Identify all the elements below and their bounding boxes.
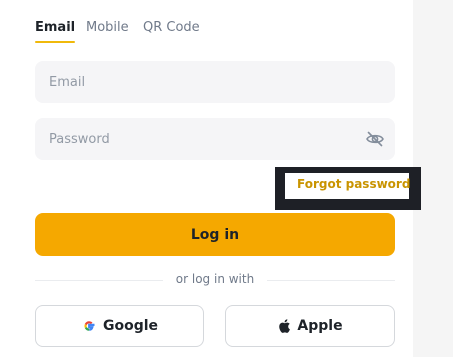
login-button[interactable]: Log in: [35, 213, 395, 256]
divider-line-left: [35, 280, 163, 281]
password-field-container: [35, 118, 395, 160]
tab-email[interactable]: Email: [35, 20, 76, 43]
apple-login-button[interactable]: Apple: [225, 305, 395, 347]
apple-button-label: Apple: [297, 318, 343, 334]
apple-icon: [277, 318, 291, 334]
email-field[interactable]: [35, 61, 395, 103]
forgot-password-link[interactable]: Forgot password: [297, 177, 410, 191]
tab-mobile[interactable]: Mobile: [86, 20, 129, 35]
google-button-label: Google: [102, 318, 159, 334]
google-login-button[interactable]: Google: [35, 305, 204, 347]
tab-qr-code[interactable]: QR Code: [143, 20, 200, 35]
divider-text: or log in with: [175, 272, 255, 286]
email-field-container: [35, 61, 395, 103]
password-field[interactable]: [35, 118, 395, 160]
eye-off-icon[interactable]: [365, 129, 385, 149]
google-icon: [81, 318, 97, 334]
divider-line-right: [267, 280, 395, 281]
